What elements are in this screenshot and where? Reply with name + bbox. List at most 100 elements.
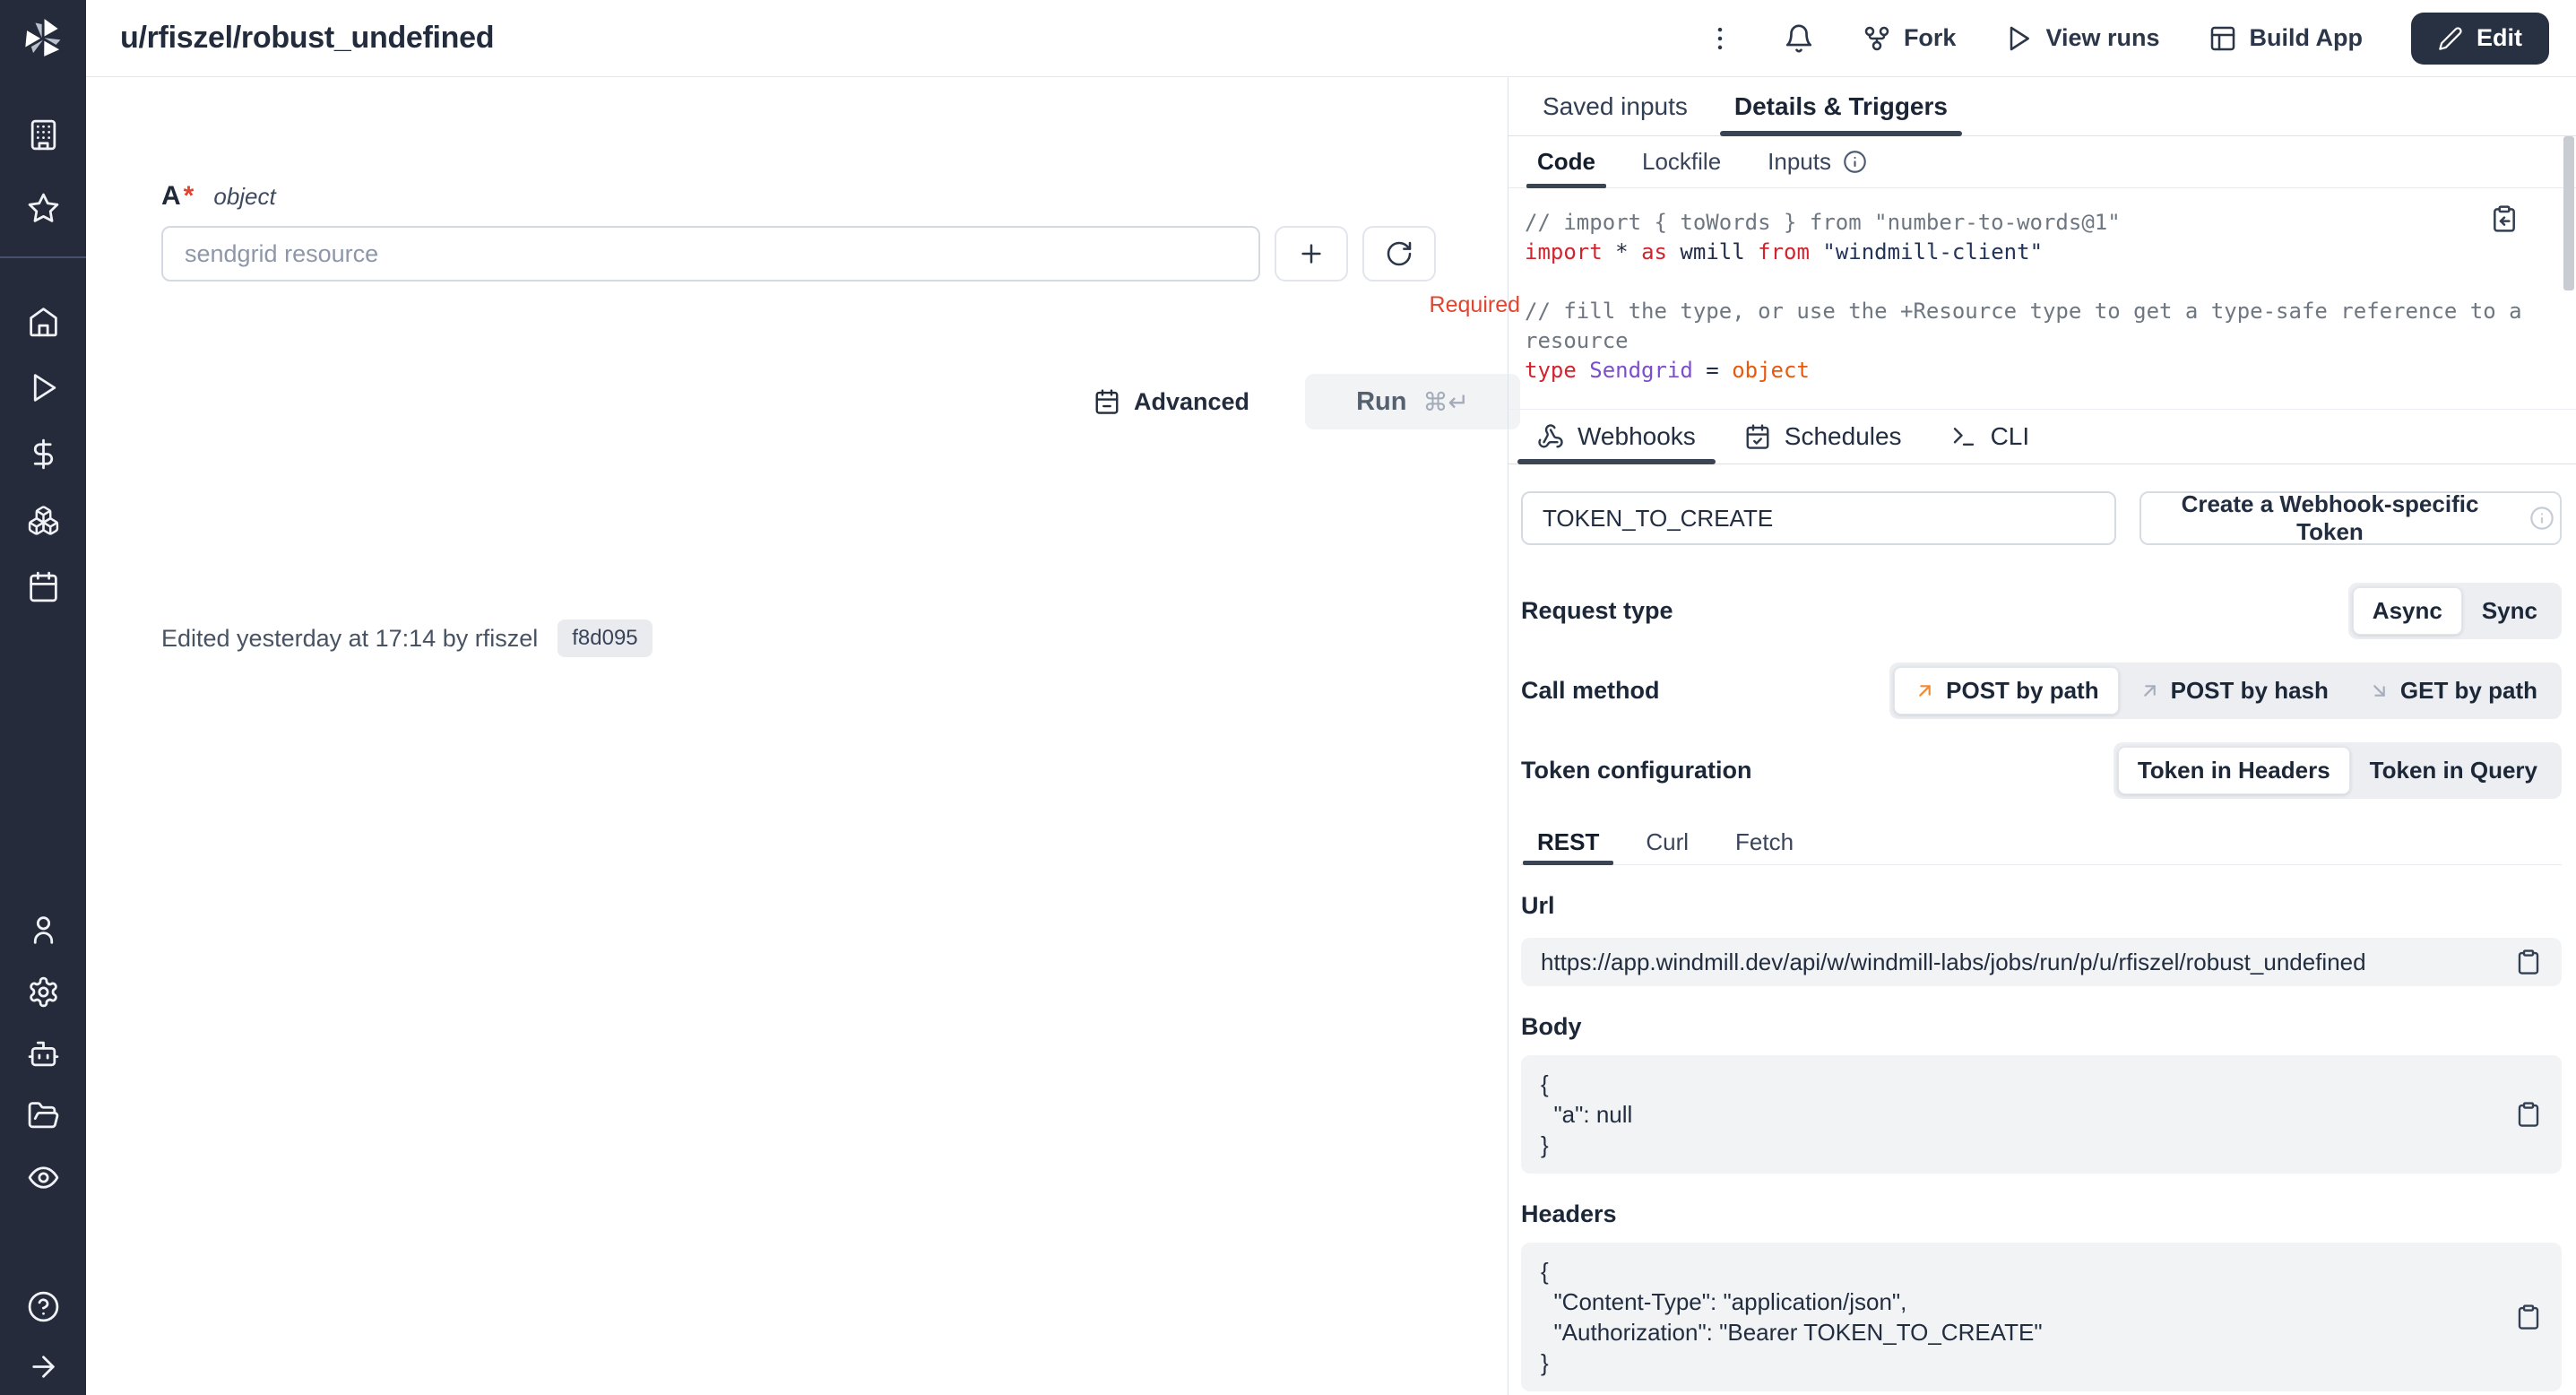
play-icon xyxy=(27,371,60,404)
resource-input-row xyxy=(161,226,1520,282)
copy-body-button[interactable] xyxy=(2515,1101,2542,1128)
sidebar-item-help[interactable] xyxy=(25,1288,61,1324)
add-resource-button[interactable] xyxy=(1275,226,1348,282)
tab-code-label: Code xyxy=(1537,148,1595,176)
scrollbar-thumb[interactable] xyxy=(2563,136,2574,290)
refresh-icon xyxy=(1385,239,1413,268)
sidebar-item-collapse[interactable] xyxy=(25,1348,61,1384)
advanced-button[interactable]: Advanced xyxy=(1094,388,1249,416)
run-button[interactable]: Run ⌘ ↵ xyxy=(1305,374,1520,429)
code-tab-bar: Code Lockfile Inputs xyxy=(1508,136,2576,188)
token-in-headers[interactable]: Token in Headers xyxy=(2118,747,2350,794)
edit-button[interactable]: Edit xyxy=(2411,13,2549,65)
token-config-toggle: Token in Headers Token in Query xyxy=(2114,742,2562,799)
panel-tab-bar: Saved inputs Details & Triggers xyxy=(1508,77,2576,136)
calendar-clock-icon xyxy=(1094,388,1120,415)
sidebar-item-user[interactable] xyxy=(25,912,61,948)
clipboard-icon xyxy=(2515,1101,2542,1128)
play-outline-icon xyxy=(2004,24,2033,53)
sidebar-nav-group xyxy=(25,303,61,604)
sidebar-item-schedules[interactable] xyxy=(25,568,61,604)
clipboard-icon xyxy=(2515,949,2542,975)
resource-input[interactable] xyxy=(161,226,1260,282)
user-icon xyxy=(27,914,60,947)
body-label: Body xyxy=(1521,1013,2562,1041)
copy-code-button[interactable] xyxy=(2490,204,2519,233)
copy-url-button[interactable] xyxy=(2515,949,2542,975)
headers-box: { "Content-Type": "application/json", "A… xyxy=(1521,1243,2562,1391)
headers-label: Headers xyxy=(1521,1200,2562,1228)
sidebar xyxy=(0,0,86,1395)
tab-cli[interactable]: CLI xyxy=(1931,410,2050,464)
sidebar-item-variables[interactable] xyxy=(25,436,61,472)
notifications-button[interactable] xyxy=(1784,23,1814,54)
tab-rest[interactable]: REST xyxy=(1523,820,1613,864)
request-type-sync-label: Sync xyxy=(2482,597,2537,625)
call-method-post-by-hash[interactable]: POST by hash xyxy=(2119,667,2348,715)
more-menu-button[interactable] xyxy=(1705,23,1735,54)
sidebar-item-workers[interactable] xyxy=(25,1035,61,1071)
edited-info: Edited yesterday at 17:14 by rfiszel xyxy=(161,625,538,653)
view-runs-button-label: View runs xyxy=(2045,24,2159,52)
call-method-post-by-hash-label: POST by hash xyxy=(2171,677,2329,705)
request-type-sync[interactable]: Sync xyxy=(2462,587,2557,635)
topbar: u/rfiszel/robust_undefined Fork xyxy=(86,0,2576,77)
request-type-async-label: Async xyxy=(2373,597,2442,625)
sidebar-item-resources[interactable] xyxy=(25,502,61,538)
tab-inputs[interactable]: Inputs xyxy=(1751,136,1883,187)
tab-details-triggers[interactable]: Details & Triggers xyxy=(1711,77,1971,135)
call-method-get-by-path[interactable]: GET by path xyxy=(2348,667,2557,715)
tab-fetch[interactable]: Fetch xyxy=(1721,820,1808,864)
bell-icon xyxy=(1784,23,1814,54)
sidebar-item-workspace[interactable] xyxy=(25,117,61,152)
code-content: // import { toWords } from "number-to-wo… xyxy=(1525,208,2529,386)
refresh-button[interactable] xyxy=(1362,226,1436,282)
layout-grid-icon xyxy=(2209,24,2237,53)
sidebar-item-folders[interactable] xyxy=(25,1097,61,1133)
tab-webhooks-label: Webhooks xyxy=(1578,422,1696,451)
eye-icon xyxy=(27,1161,60,1194)
sidebar-item-audit[interactable] xyxy=(25,1159,61,1195)
tab-curl-label: Curl xyxy=(1646,828,1689,856)
field-label: A * object xyxy=(161,181,1508,212)
tab-webhooks[interactable]: Webhooks xyxy=(1517,410,1716,464)
tab-lockfile[interactable]: Lockfile xyxy=(1626,136,1737,187)
request-type-async[interactable]: Async xyxy=(2353,587,2462,635)
tab-code[interactable]: Code xyxy=(1521,136,1612,187)
main-area: u/rfiszel/robust_undefined Fork xyxy=(86,0,2576,1395)
build-app-button-label: Build App xyxy=(2250,24,2363,52)
arrow-up-right-icon xyxy=(2139,680,2161,702)
view-runs-button[interactable]: View runs xyxy=(2004,24,2159,53)
token-config-row: Token configuration Token in Headers Tok… xyxy=(1521,742,2562,799)
sidebar-admin-group xyxy=(25,912,61,1195)
sidebar-item-home[interactable] xyxy=(25,303,61,339)
version-hash-badge[interactable]: f8d095 xyxy=(558,620,652,657)
token-row: Create a Webhook-specific Token xyxy=(1521,491,2562,545)
tab-saved-inputs[interactable]: Saved inputs xyxy=(1519,77,1711,135)
copy-headers-button[interactable] xyxy=(2515,1304,2542,1330)
create-webhook-token-button[interactable]: Create a Webhook-specific Token xyxy=(2139,491,2562,545)
token-input[interactable] xyxy=(1521,491,2116,545)
arrow-right-icon xyxy=(27,1350,60,1383)
tab-details-triggers-label: Details & Triggers xyxy=(1734,92,1948,121)
terminal-icon xyxy=(1950,423,1977,450)
token-in-query[interactable]: Token in Query xyxy=(2350,747,2557,794)
tab-schedules[interactable]: Schedules xyxy=(1725,410,1922,464)
tab-curl[interactable]: Curl xyxy=(1631,820,1703,864)
call-method-post-by-path-label: POST by path xyxy=(1946,677,2098,705)
build-app-button[interactable]: Build App xyxy=(2209,24,2363,53)
webhook-icon xyxy=(1537,423,1564,450)
building-icon xyxy=(27,118,60,152)
sidebar-item-favorites[interactable] xyxy=(25,190,61,226)
sidebar-item-runs[interactable] xyxy=(25,369,61,405)
fork-button[interactable]: Fork xyxy=(1863,24,1957,53)
content: A * object xyxy=(86,77,2576,1395)
folder-open-icon xyxy=(27,1099,60,1132)
request-type-toggle: Async Sync xyxy=(2348,583,2562,639)
windmill-logo[interactable] xyxy=(17,13,69,65)
code-viewer[interactable]: // import { toWords } from "number-to-wo… xyxy=(1508,188,2576,409)
sidebar-item-settings[interactable] xyxy=(25,974,61,1009)
tab-schedules-label: Schedules xyxy=(1785,422,1902,451)
snippet-tab-bar: REST Curl Fetch xyxy=(1521,820,2562,865)
call-method-post-by-path[interactable]: POST by path xyxy=(1894,667,2118,715)
